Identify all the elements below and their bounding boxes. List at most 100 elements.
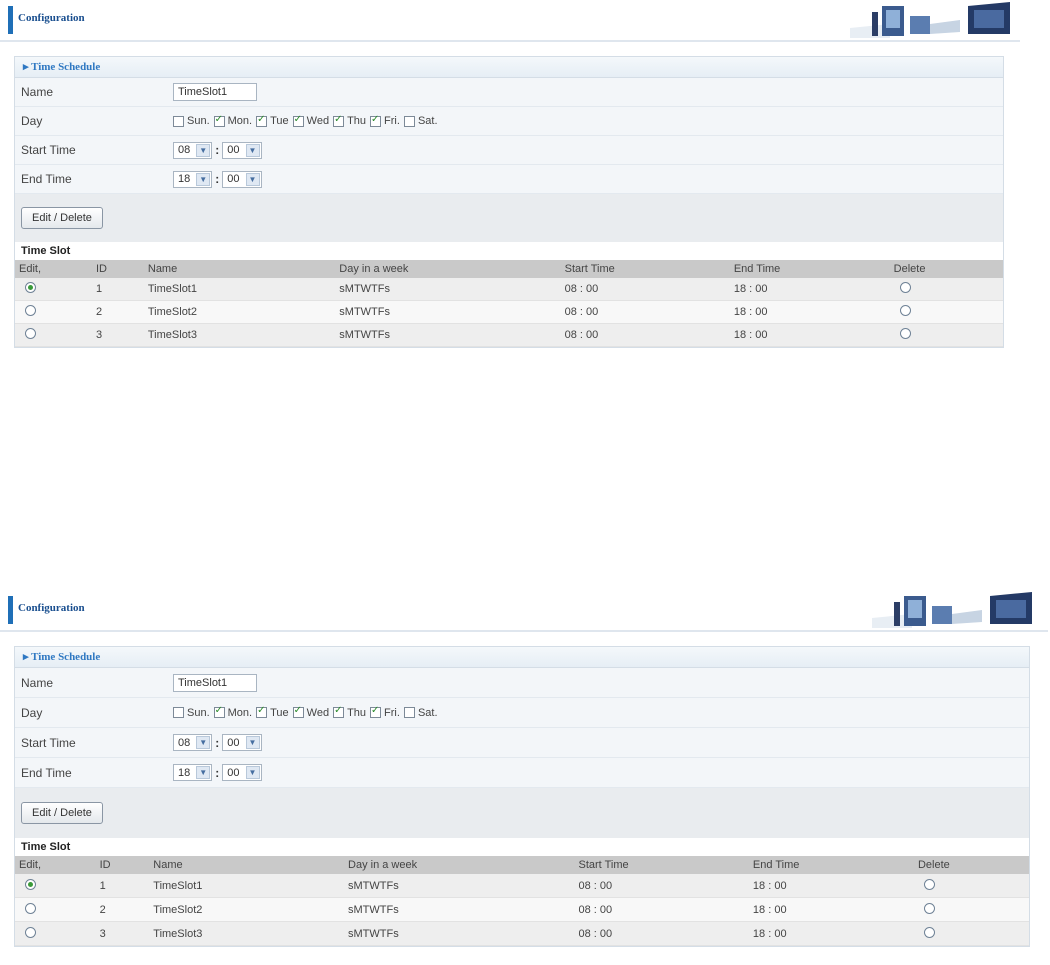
edit-radio[interactable] xyxy=(25,926,36,938)
time-slot-table: Edit, ID Name Day in a week Start Time End Ti… xyxy=(15,260,1003,347)
day-checkbox-sun[interactable]: Sun. xyxy=(173,707,210,719)
delete-radio[interactable] xyxy=(899,305,911,316)
end-time-row: End Time 18 ▼ : 00 ▼ xyxy=(15,758,1029,788)
day-checkbox-sat[interactable]: Sat. xyxy=(403,707,438,719)
day-label: Tue xyxy=(270,706,289,719)
checkbox-checked-icon xyxy=(292,705,304,718)
time-schedule-card: ▸ Time Schedule Name TimeSlot1 Day Sun. M… xyxy=(14,56,1004,348)
delete-radio[interactable] xyxy=(923,926,935,938)
table-header-row: Edit, ID Name Day in a week Start Time End Ti… xyxy=(15,260,1003,278)
header-banner-image xyxy=(850,2,1010,38)
edit-radio[interactable] xyxy=(25,305,36,316)
day-checkbox-fri[interactable]: Fri. xyxy=(370,114,400,127)
column-header: ID xyxy=(95,856,150,874)
slot-name: TimeSlot2 xyxy=(143,300,336,324)
radio-cell xyxy=(15,874,96,898)
name-input[interactable]: TimeSlot1 xyxy=(173,673,257,692)
end-hour-select[interactable]: 18 ▼ xyxy=(173,170,213,188)
slot-id: 3 xyxy=(95,921,150,946)
edit-radio[interactable] xyxy=(25,282,36,293)
day-checkbox-thu[interactable]: Thu xyxy=(333,114,367,127)
page-title: Configuration xyxy=(18,12,85,24)
day-checkbox-tue[interactable]: Tue xyxy=(256,705,289,719)
page-title: Configuration xyxy=(18,602,85,614)
chevron-down-icon: ▼ xyxy=(196,766,211,779)
section-title: ▸ Time Schedule xyxy=(15,647,1029,668)
table-header-row: Edit, ID Name Day in a week Start Time End Ti… xyxy=(15,856,1029,874)
radio-cell xyxy=(889,323,1003,347)
edit-radio[interactable] xyxy=(25,878,36,890)
day-checkbox-wed[interactable]: Wed xyxy=(292,114,329,127)
column-header: Edit, xyxy=(15,260,92,278)
page-header: Configuration xyxy=(0,590,1048,632)
end-minute-select[interactable]: 00 ▼ xyxy=(222,170,262,188)
start-minute-select[interactable]: 00 ▼ xyxy=(222,734,262,751)
checkbox-checked-icon xyxy=(370,705,382,718)
radio-cell xyxy=(889,300,1003,324)
day-label: Thu xyxy=(347,115,367,127)
edit-delete-button[interactable]: Edit / Delete xyxy=(21,802,103,824)
day-label: Sun. xyxy=(187,115,210,127)
checkbox-unchecked-icon xyxy=(173,115,184,127)
day-label: Tue xyxy=(270,115,289,127)
delete-radio[interactable] xyxy=(923,878,935,890)
start-hour-select[interactable]: 08 ▼ xyxy=(173,734,213,751)
time-colon: : xyxy=(215,143,220,157)
edit-delete-button[interactable]: Edit / Delete xyxy=(21,207,103,229)
time-colon: : xyxy=(215,735,220,750)
slot-end-time: 18 : 00 xyxy=(729,323,890,347)
name-row: Name TimeSlot1 xyxy=(15,668,1029,698)
slot-days: sMTWTFs xyxy=(344,874,575,898)
time-colon: : xyxy=(215,172,220,186)
day-checkbox-sun[interactable]: Sun. xyxy=(173,115,210,127)
end-hour-select[interactable]: 18 ▼ xyxy=(173,764,213,781)
day-checkbox-thu[interactable]: Thu xyxy=(333,705,366,719)
start-minute-select[interactable]: 00 ▼ xyxy=(222,141,262,159)
column-header: End Time xyxy=(748,856,914,874)
name-input[interactable]: TimeSlot1 xyxy=(173,83,257,101)
day-checkbox-mon[interactable]: Mon. xyxy=(213,705,252,719)
header-accent-bar xyxy=(8,596,13,624)
name-label: Name xyxy=(21,675,54,690)
checkbox-checked-icon xyxy=(256,114,268,127)
slot-end-time: 18 : 00 xyxy=(729,300,890,324)
column-header: Start Time xyxy=(574,856,749,874)
slot-end-time: 18 : 00 xyxy=(729,278,890,301)
checkbox-checked-icon xyxy=(292,114,304,127)
name-label: Name xyxy=(21,85,54,99)
delete-radio[interactable] xyxy=(923,902,935,914)
start-hour-select[interactable]: 08 ▼ xyxy=(173,141,213,159)
day-checkbox-sat[interactable]: Sat. xyxy=(403,115,438,127)
edit-radio[interactable] xyxy=(25,902,36,914)
delete-radio[interactable] xyxy=(899,328,911,339)
radio-cell xyxy=(913,897,1029,922)
checkbox-checked-icon xyxy=(256,705,268,718)
day-checkbox-tue[interactable]: Tue xyxy=(256,114,289,127)
start-time-label: Start Time xyxy=(21,143,76,157)
column-header: ID xyxy=(91,260,144,278)
radio-cell xyxy=(913,921,1029,946)
chevron-down-icon: ▼ xyxy=(245,736,260,749)
end-time-row: End Time 18 ▼ : 00 ▼ xyxy=(15,165,1003,194)
slot-end-time: 18 : 00 xyxy=(748,874,914,898)
day-checkbox-fri[interactable]: Fri. xyxy=(370,705,400,719)
checkbox-checked-icon xyxy=(333,114,345,127)
checkbox-checked-icon xyxy=(213,114,225,127)
slot-end-time: 18 : 00 xyxy=(748,921,914,946)
slot-start-time: 08 : 00 xyxy=(574,897,749,922)
button-row: Edit / Delete xyxy=(15,788,1029,838)
radio-cell xyxy=(15,300,92,324)
day-checkbox-wed[interactable]: Wed xyxy=(292,705,329,719)
slot-start-time: 08 : 00 xyxy=(574,921,749,946)
edit-radio[interactable] xyxy=(25,328,36,339)
header-accent-bar xyxy=(8,6,13,34)
end-time-label: End Time xyxy=(21,172,72,186)
start-time-row: Start Time 08 ▼ : 00 ▼ xyxy=(15,728,1029,758)
name-row: Name TimeSlot1 xyxy=(15,78,1003,107)
delete-radio[interactable] xyxy=(899,282,911,293)
end-minute-select[interactable]: 00 ▼ xyxy=(222,764,262,781)
day-checkbox-mon[interactable]: Mon. xyxy=(213,114,252,127)
time-slot-title: Time Slot xyxy=(15,242,1003,260)
start-time-label: Start Time xyxy=(21,735,76,750)
slot-name: TimeSlot3 xyxy=(149,921,345,946)
